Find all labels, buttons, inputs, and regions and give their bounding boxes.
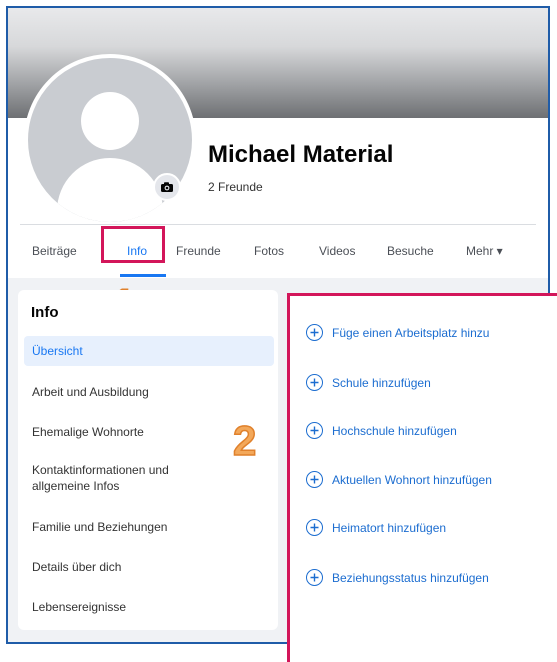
plus-circle-icon xyxy=(306,374,323,391)
sidebar-title: Info xyxy=(31,304,59,321)
tab-besuche[interactable]: Besuche xyxy=(387,244,434,258)
add-hometown-button[interactable]: Heimatort hinzufügen xyxy=(306,519,446,536)
header-divider xyxy=(20,224,536,225)
avatar-head-shape xyxy=(81,92,139,150)
sidebar-item-kontaktinformationen[interactable]: Kontaktinformationen und allgemeine Info… xyxy=(24,462,214,494)
add-college-button[interactable]: Hochschule hinzufügen xyxy=(306,422,457,439)
action-label: Hochschule hinzufügen xyxy=(332,423,457,438)
plus-circle-icon xyxy=(306,471,323,488)
avatar-body-shape xyxy=(57,158,163,222)
friends-count[interactable]: 2 Freunde xyxy=(208,180,263,194)
tab-freunde[interactable]: Freunde xyxy=(176,244,221,258)
action-label: Aktuellen Wohnort hinzufügen xyxy=(332,472,492,487)
tab-videos[interactable]: Videos xyxy=(319,244,355,258)
active-tab-indicator xyxy=(120,274,166,277)
add-workplace-button[interactable]: Füge einen Arbeitsplatz hinzu xyxy=(306,324,489,341)
plus-circle-icon xyxy=(306,569,323,586)
plus-circle-icon xyxy=(306,324,323,341)
plus-circle-icon xyxy=(306,519,323,536)
plus-circle-icon xyxy=(306,422,323,439)
sidebar-item-lebensereignisse[interactable]: Lebensereignisse xyxy=(24,599,274,615)
tab-beitraege[interactable]: Beiträge xyxy=(32,244,77,258)
sidebar-item-familie-beziehungen[interactable]: Familie und Beziehungen xyxy=(24,519,274,535)
action-label: Schule hinzufügen xyxy=(332,375,431,390)
camera-icon[interactable] xyxy=(153,173,181,201)
info-overview-panel: Füge einen Arbeitsplatz hinzu Schule hin… xyxy=(287,293,557,662)
sidebar-item-details[interactable]: Details über dich xyxy=(24,559,274,575)
profile-name: Michael Material xyxy=(208,141,394,168)
annotation-number-2: 2 xyxy=(232,417,257,464)
highlight-box-info-tab xyxy=(101,226,165,263)
sidebar-item-arbeit-ausbildung[interactable]: Arbeit und Ausbildung xyxy=(24,384,274,400)
add-current-city-button[interactable]: Aktuellen Wohnort hinzufügen xyxy=(306,471,492,488)
action-label: Heimatort hinzufügen xyxy=(332,520,447,535)
tab-mehr[interactable]: Mehr ▾ xyxy=(466,244,503,258)
sidebar-item-uebersicht[interactable]: Übersicht xyxy=(24,336,274,366)
profile-tabs: Beiträge Info Freunde Fotos Videos Besuc… xyxy=(8,236,548,277)
tab-fotos[interactable]: Fotos xyxy=(254,244,284,258)
add-school-button[interactable]: Schule hinzufügen xyxy=(306,374,431,391)
action-label: Beziehungsstatus hinzufügen xyxy=(332,570,489,585)
action-label: Füge einen Arbeitsplatz hinzu xyxy=(332,325,490,340)
add-relationship-status-button[interactable]: Beziehungsstatus hinzufügen xyxy=(306,569,489,586)
